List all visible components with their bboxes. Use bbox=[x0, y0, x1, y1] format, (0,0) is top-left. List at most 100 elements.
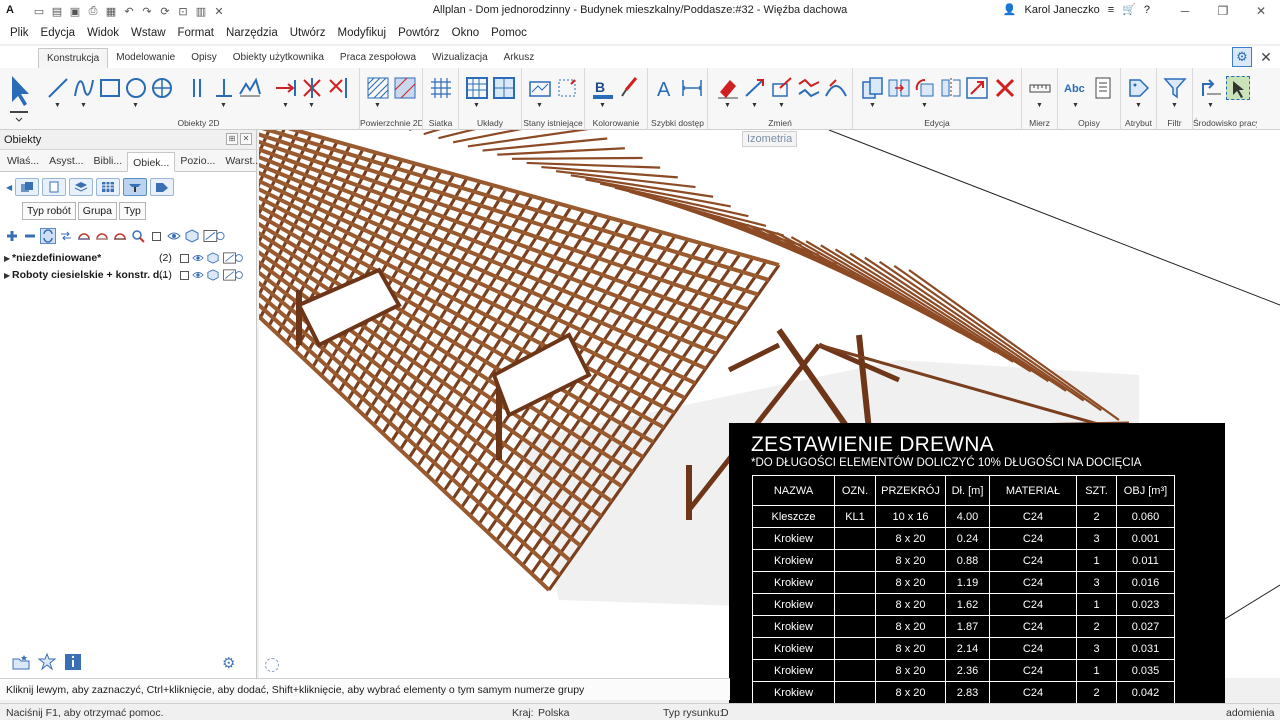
helmet-3-icon[interactable] bbox=[112, 228, 128, 244]
print-icon[interactable]: ⎙ bbox=[86, 4, 100, 18]
parallel-lines-icon[interactable] bbox=[186, 76, 210, 100]
save-icon[interactable]: ▣ bbox=[68, 4, 82, 18]
help-icon[interactable]: ? bbox=[1144, 4, 1150, 16]
rafter[interactable] bbox=[423, 130, 537, 136]
modify-lines-icon[interactable] bbox=[797, 76, 821, 100]
pen-style-icon[interactable] bbox=[222, 252, 244, 264]
menu-utworz[interactable]: Utwórz bbox=[284, 27, 332, 39]
undo-icon[interactable]: ↶ bbox=[122, 4, 136, 18]
menu-modyfikuj[interactable]: Modyfikuj bbox=[332, 27, 393, 39]
color-fill-icon[interactable]: B ▼ bbox=[591, 76, 615, 109]
tab-praca-zespolowa[interactable]: Praca zespołowa bbox=[332, 48, 424, 68]
user-icon[interactable]: 👤 bbox=[1003, 3, 1017, 16]
terrain-line-icon[interactable] bbox=[238, 76, 262, 100]
layout-icon[interactable]: ▥ bbox=[194, 4, 208, 18]
zoom-icon[interactable] bbox=[130, 228, 146, 244]
mirror-icon[interactable] bbox=[939, 76, 963, 100]
tab-opisy[interactable]: Opisy bbox=[183, 48, 225, 68]
pen-style-icon[interactable] bbox=[222, 269, 244, 281]
rafter[interactable] bbox=[482, 137, 608, 152]
sync-icon[interactable] bbox=[40, 228, 56, 244]
menu-icon[interactable]: ≡ bbox=[1108, 4, 1114, 16]
menu-plik[interactable]: Plik bbox=[4, 27, 35, 39]
checkbox-icon[interactable] bbox=[180, 253, 189, 263]
rafter[interactable] bbox=[497, 147, 625, 156]
navigation-cube-icon[interactable] bbox=[265, 658, 279, 672]
restore-icon[interactable]: ❐ bbox=[1204, 0, 1242, 22]
menu-powtorz[interactable]: Powtórz bbox=[392, 27, 446, 39]
tree-item-roboty-ciesielskie[interactable]: ▶ Roboty ciesielskie + konstr. d... (1) bbox=[4, 267, 252, 283]
copy-icon[interactable]: ▼ bbox=[861, 76, 885, 109]
close-icon[interactable]: ✕ bbox=[1242, 0, 1280, 22]
attribute-icon[interactable]: ▼ bbox=[1127, 76, 1151, 109]
panel-tab-obiekty[interactable]: Obiek... bbox=[127, 152, 176, 172]
perpendicular-icon[interactable]: ▼ bbox=[212, 76, 236, 109]
trim-icon[interactable]: ▼ bbox=[300, 76, 324, 109]
type-button[interactable]: Typ bbox=[118, 202, 146, 220]
tab-obiekty-uzytkownika[interactable]: Obiekty użytkownika bbox=[225, 48, 332, 68]
panel-tab-poziomy[interactable]: Pozio... bbox=[175, 151, 220, 171]
open-file-icon[interactable]: ▤ bbox=[50, 4, 64, 18]
pattern-icon[interactable] bbox=[393, 76, 417, 100]
existing-state-icon[interactable]: ▼ bbox=[528, 76, 552, 109]
select-arrow-icon[interactable] bbox=[4, 72, 34, 124]
save-all-icon[interactable]: ▦ bbox=[104, 4, 118, 18]
tab-arkusz[interactable]: Arkusz bbox=[496, 48, 543, 68]
dimension-icon[interactable] bbox=[680, 76, 704, 100]
filter-document-icon[interactable] bbox=[42, 178, 67, 196]
rafter[interactable] bbox=[805, 240, 997, 354]
info-icon[interactable] bbox=[64, 653, 82, 671]
cube-icon[interactable] bbox=[184, 228, 200, 244]
panel-settings-gear-icon[interactable]: ⚙ bbox=[222, 654, 238, 672]
ribbon-close-icon[interactable]: ✕ bbox=[1256, 47, 1276, 67]
eraser-icon[interactable]: ▼ bbox=[716, 76, 740, 109]
menu-edycja[interactable]: Edycja bbox=[35, 27, 82, 39]
status-drawing-type[interactable]: D bbox=[721, 707, 729, 719]
arrow-line-icon[interactable]: ▼ bbox=[274, 76, 298, 109]
tree-item-niezdefiniowane[interactable]: ▶ *niezdefiniowane* (2) bbox=[4, 250, 252, 266]
status-country[interactable]: Polska bbox=[538, 707, 570, 719]
rafter[interactable] bbox=[467, 130, 590, 148]
filter-tag-icon[interactable] bbox=[150, 178, 175, 196]
group-button[interactable]: Grupa bbox=[77, 202, 117, 220]
filter-building-icon[interactable] bbox=[15, 178, 40, 196]
filter-layers-icon[interactable] bbox=[69, 178, 94, 196]
favorite-star-icon[interactable] bbox=[38, 653, 56, 671]
panel-close-icon[interactable]: ✕ bbox=[240, 133, 252, 145]
checkbox-icon[interactable] bbox=[148, 228, 164, 244]
existing-state-2-icon[interactable] bbox=[555, 76, 579, 100]
menu-okno[interactable]: Okno bbox=[446, 27, 486, 39]
modify-format-icon[interactable]: ▼ bbox=[770, 76, 794, 109]
visibility-eye-icon[interactable] bbox=[166, 228, 182, 244]
expand-arrow-icon[interactable]: ▶ bbox=[4, 271, 10, 280]
new-file-icon[interactable]: ▭ bbox=[32, 4, 46, 18]
modify-point-icon[interactable]: ▼ bbox=[743, 76, 767, 109]
tab-wizualizacja[interactable]: Wizualizacja bbox=[424, 48, 496, 68]
menu-format[interactable]: Format bbox=[172, 27, 220, 39]
document-icon[interactable] bbox=[1091, 76, 1115, 100]
rafter[interactable] bbox=[511, 156, 643, 160]
tab-konstrukcja[interactable]: Konstrukcja bbox=[38, 48, 109, 68]
select-area-icon[interactable] bbox=[1226, 76, 1250, 100]
visibility-eye-icon[interactable] bbox=[192, 252, 204, 264]
scale-icon[interactable] bbox=[965, 76, 989, 100]
collapse-all-icon[interactable] bbox=[22, 228, 38, 244]
helmet-2-icon[interactable] bbox=[94, 228, 110, 244]
tools-icon[interactable]: ✕ bbox=[212, 4, 226, 18]
line-icon[interactable]: ▼ bbox=[46, 76, 70, 109]
user-name[interactable]: Karol Janeczko bbox=[1025, 4, 1100, 16]
helmet-icon[interactable] bbox=[76, 228, 92, 244]
delete-icon[interactable] bbox=[993, 76, 1017, 100]
type-robot-button[interactable]: Typ robót bbox=[22, 202, 76, 220]
menu-pomoc[interactable]: Pomoc bbox=[485, 27, 533, 39]
layout-grid-icon[interactable]: ▼ bbox=[465, 76, 489, 109]
circle-icon[interactable]: ▼ bbox=[124, 76, 148, 109]
tab-modelowanie[interactable]: Modelowanie bbox=[108, 48, 183, 68]
rotate-icon[interactable]: ▼ bbox=[913, 76, 937, 109]
grid-icon[interactable] bbox=[429, 76, 453, 100]
text-icon[interactable]: A bbox=[654, 76, 678, 101]
circle-cross-icon[interactable] bbox=[150, 76, 174, 100]
gable-beam[interactable] bbox=[727, 342, 781, 373]
expand-arrow-icon[interactable]: ▶ bbox=[4, 254, 10, 263]
filter-construction-icon[interactable] bbox=[123, 178, 148, 196]
